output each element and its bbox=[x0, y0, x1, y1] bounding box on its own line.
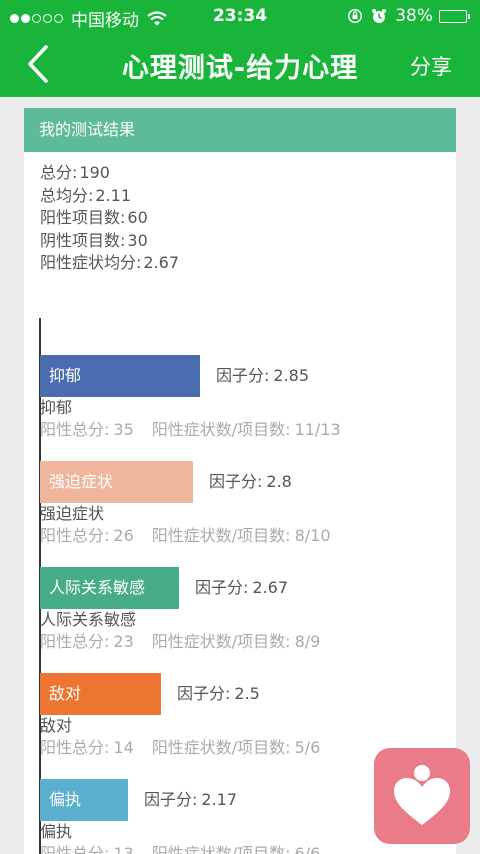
factor-bar: 抑郁 bbox=[40, 355, 200, 397]
battery-percent: 38% bbox=[395, 6, 433, 26]
test-result-card: 我的测试结果 总分: 190 总均分: 2.11 阳性项目数: 60 阴性项目数: 30… bbox=[24, 108, 456, 854]
factor-score-value: 2.17 bbox=[201, 790, 238, 809]
positive-ratio-value: 11/13 bbox=[294, 420, 341, 439]
factor-score-label: 因子分: bbox=[195, 578, 249, 597]
factor-bar: 敌对 bbox=[40, 673, 161, 715]
factor-name: 强迫症状 bbox=[40, 504, 105, 523]
status-right: 38% bbox=[347, 6, 470, 26]
positive-ratio-label: 阳性症状数/项目数: bbox=[151, 738, 291, 757]
positive-total-value: 23 bbox=[113, 632, 134, 651]
factor-item: 强迫症状 因子分: 2.8 强迫症状 阳性总分: 26 阳性症状数/项目数: 8/10 bbox=[39, 461, 451, 567]
factor-score: 因子分: 2.85 bbox=[216, 355, 309, 397]
summary-list: 总分: 190 总均分: 2.11 阳性项目数: 60 阴性项目数: 30 阳性症状均分… bbox=[24, 152, 456, 275]
positive-total-label: 阳性总分: bbox=[40, 420, 110, 439]
factor-name: 人际关系敏感 bbox=[40, 610, 137, 629]
summary-label: 总分: bbox=[40, 163, 78, 182]
positive-ratio-value: 8/9 bbox=[294, 632, 321, 651]
summary-row: 阴性项目数: 30 bbox=[40, 230, 456, 253]
factor-name: 抑郁 bbox=[40, 398, 73, 417]
factor-score: 因子分: 2.5 bbox=[177, 673, 260, 715]
factor-score-value: 2.5 bbox=[234, 684, 260, 703]
summary-row: 总均分: 2.11 bbox=[40, 185, 456, 208]
factor-score-value: 2.85 bbox=[273, 366, 310, 385]
factor-score-value: 2.67 bbox=[252, 578, 289, 597]
factor-stats: 阳性总分: 14 阳性症状数/项目数: 5/6 bbox=[40, 737, 320, 759]
positive-total-label: 阳性总分: bbox=[40, 844, 110, 854]
factor-stats: 阳性总分: 35 阳性症状数/项目数: 11/13 bbox=[40, 419, 341, 441]
positive-ratio-label: 阳性症状数/项目数: bbox=[151, 526, 291, 545]
summary-row: 阳性项目数: 60 bbox=[40, 207, 456, 230]
summary-value: 190 bbox=[79, 163, 110, 182]
battery-icon bbox=[439, 9, 470, 23]
heart-person-icon bbox=[394, 765, 450, 825]
factor-stats: 阳性总分: 13 阳性症状数/项目数: 6/6 bbox=[40, 843, 320, 854]
positive-total-value: 26 bbox=[113, 526, 134, 545]
summary-label: 阳性症状均分: bbox=[40, 253, 142, 272]
summary-value: 30 bbox=[127, 230, 148, 250]
factor-bar: 人际关系敏感 bbox=[40, 567, 179, 609]
summary-value: 2.67 bbox=[143, 253, 180, 272]
summary-row: 总分: 190 bbox=[40, 162, 456, 185]
positive-total-label: 阳性总分: bbox=[40, 738, 110, 757]
factor-score: 因子分: 2.8 bbox=[209, 461, 292, 503]
summary-label: 总均分: bbox=[40, 185, 94, 205]
positive-total-value: 14 bbox=[113, 738, 134, 757]
card-title: 我的测试结果 bbox=[24, 108, 456, 152]
summary-value: 2.11 bbox=[95, 185, 132, 205]
factor-score-label: 因子分: bbox=[209, 472, 263, 491]
positive-total-label: 阳性总分: bbox=[40, 526, 110, 545]
factor-stats: 阳性总分: 26 阳性症状数/项目数: 8/10 bbox=[40, 525, 331, 547]
factor-score: 因子分: 2.67 bbox=[195, 567, 288, 609]
positive-ratio-label: 阳性症状数/项目数: bbox=[151, 420, 291, 439]
nav-bar: 心理测试-给力心理 分享 bbox=[0, 34, 480, 97]
positive-total-value: 13 bbox=[113, 844, 134, 854]
factor-score-value: 2.8 bbox=[266, 472, 292, 491]
summary-label: 阴性项目数: bbox=[40, 230, 126, 250]
positive-total-value: 35 bbox=[113, 420, 134, 439]
floating-app-button[interactable] bbox=[374, 748, 470, 844]
factor-name: 敌对 bbox=[40, 716, 73, 735]
factor-stats: 阳性总分: 23 阳性症状数/项目数: 8/9 bbox=[40, 631, 320, 653]
positive-ratio-value: 6/6 bbox=[294, 844, 321, 854]
positive-ratio-value: 5/6 bbox=[294, 738, 321, 757]
summary-row: 阳性症状均分: 2.67 bbox=[40, 252, 456, 275]
positive-ratio-label: 阳性症状数/项目数: bbox=[151, 632, 291, 651]
alarm-icon bbox=[372, 9, 387, 23]
factor-item: 人际关系敏感 因子分: 2.67 人际关系敏感 阳性总分: 23 阳性症状数/项目数: 8/9 bbox=[39, 567, 451, 673]
positive-ratio-value: 8/10 bbox=[294, 526, 331, 545]
factor-score-label: 因子分: bbox=[216, 366, 270, 385]
factor-name: 偏执 bbox=[40, 822, 73, 841]
page-title: 心理测试-给力心理 bbox=[121, 53, 359, 84]
positive-ratio-label: 阳性症状数/项目数: bbox=[151, 844, 291, 854]
app-header: 中国移动 23:34 38% 心理测试-给力心理 分享 bbox=[0, 0, 480, 97]
factor-score: 因子分: 2.17 bbox=[144, 779, 237, 821]
factor-bar: 强迫症状 bbox=[40, 461, 193, 503]
factor-item: 抑郁 因子分: 2.85 抑郁 阳性总分: 35 阳性症状数/项目数: 11/13 bbox=[39, 355, 451, 461]
share-button[interactable]: 分享 bbox=[410, 51, 452, 81]
summary-label: 阳性项目数: bbox=[40, 208, 126, 227]
positive-total-label: 阳性总分: bbox=[40, 632, 110, 651]
rotation-lock-icon bbox=[348, 8, 363, 24]
factor-score-label: 因子分: bbox=[144, 790, 198, 809]
status-bar: 中国移动 23:34 38% bbox=[0, 0, 480, 34]
factor-score-label: 因子分: bbox=[177, 684, 231, 703]
summary-value: 60 bbox=[127, 208, 148, 227]
factor-bar: 偏执 bbox=[40, 779, 128, 821]
